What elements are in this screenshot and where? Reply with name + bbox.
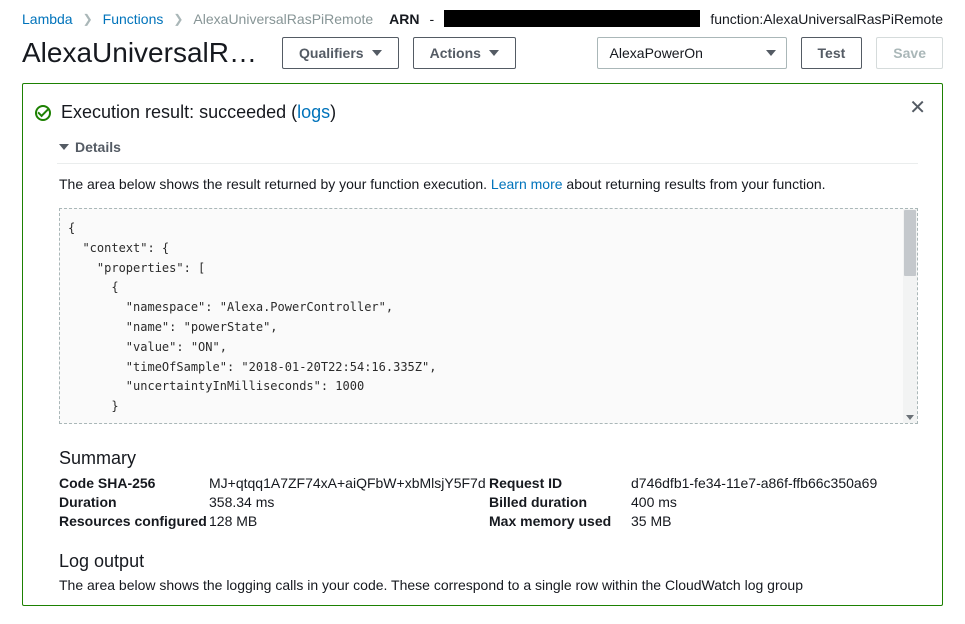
request-id-label: Request ID [489,475,629,491]
duration-value: 358.34 ms [209,494,487,510]
result-desc-prefix: The area below shows the result returned… [59,176,491,192]
breadcrumb-current: AlexaUniversalRasPiRemote [193,11,373,27]
log-heading: Log output [59,551,918,572]
save-label: Save [893,45,926,61]
page-title: AlexaUniversalRasPiRemote [22,37,268,69]
result-description: The area below shows the result returned… [59,176,918,192]
breadcrumb-lambda[interactable]: Lambda [22,11,73,27]
qualifiers-button[interactable]: Qualifiers [282,37,399,69]
billed-value: 400 ms [631,494,918,510]
details-toggle[interactable]: Details [59,139,918,155]
logs-link[interactable]: logs [297,102,330,122]
result-header: Execution result: succeeded (logs) [35,102,918,123]
divider [57,163,918,164]
maxmem-value: 35 MB [631,513,918,529]
close-icon[interactable]: ✕ [909,98,926,118]
log-description: The area below shows the logging calls i… [59,577,918,593]
caret-down-icon [489,50,499,56]
execution-result-panel: ✕ Execution result: succeeded (logs) Det… [22,83,943,606]
scroll-thumb[interactable] [904,210,916,276]
chevron-right-icon: ❯ [83,12,93,26]
function-header: AlexaUniversalRasPiRemote Qualifiers Act… [0,35,965,83]
breadcrumb-functions[interactable]: Functions [103,11,164,27]
caret-down-icon [766,50,776,56]
test-button[interactable]: Test [801,37,863,69]
arn-suffix: function:AlexaUniversalRasPiRemote [710,11,943,27]
result-json-box[interactable]: { "context": { "properties": [ { "namesp… [59,208,918,424]
scrollbar[interactable] [903,209,917,423]
sha-label: Code SHA-256 [59,475,207,491]
actions-button[interactable]: Actions [413,37,516,69]
save-button[interactable]: Save [876,37,943,69]
success-check-icon [35,105,51,121]
breadcrumb: Lambda ❯ Functions ❯ AlexaUniversalRasPi… [0,0,965,35]
summary-heading: Summary [59,448,918,469]
maxmem-label: Max memory used [489,513,629,529]
learn-more-link[interactable]: Learn more [491,176,563,192]
request-id-value: d746dfb1-fe34-11e7-a86f-ffb66c350a69 [631,475,918,491]
resources-label: Resources configured [59,513,207,529]
caret-down-icon [372,50,382,56]
duration-label: Duration [59,494,207,510]
chevron-right-icon: ❯ [173,12,183,26]
billed-label: Billed duration [489,494,629,510]
result-desc-suffix: about returning results from your functi… [563,176,826,192]
result-json: { "context": { "properties": [ { "namesp… [68,221,436,413]
qualifiers-label: Qualifiers [299,45,364,61]
sha-value: MJ+qtqq1A7ZF74xA+aiQFbW+xbMlsjY5F7d [209,475,487,491]
triangle-down-icon [59,144,69,150]
summary-grid: Code SHA-256 MJ+qtqq1A7ZF74xA+aiQFbW+xbM… [59,475,918,529]
test-label: Test [818,45,846,61]
result-prefix: Execution result: succeeded ( [61,102,297,122]
arn-label: ARN [389,11,419,27]
scroll-down-icon[interactable] [906,415,914,420]
test-event-value: AlexaPowerOn [610,45,703,61]
resources-value: 128 MB [209,513,487,529]
actions-label: Actions [430,45,481,61]
result-suffix: ) [330,102,336,122]
test-event-select[interactable]: AlexaPowerOn [597,37,787,69]
details-label: Details [75,139,121,155]
arn-redacted [444,10,700,27]
arn-dash: - [430,11,435,27]
